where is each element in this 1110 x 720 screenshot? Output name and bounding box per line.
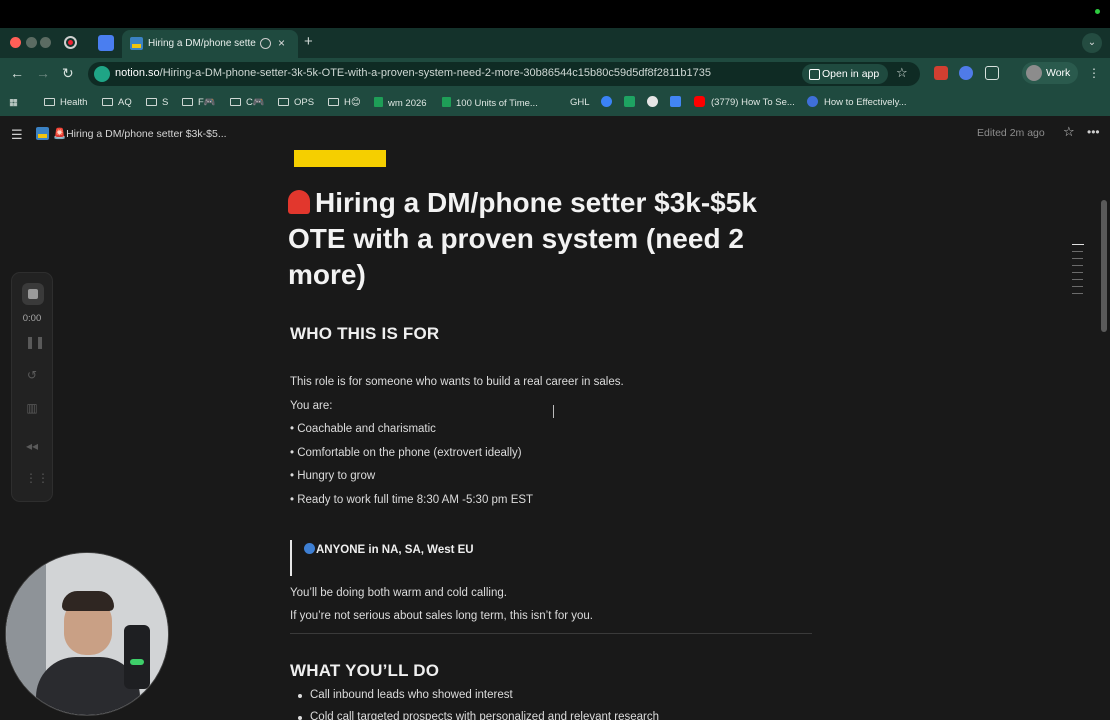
sheets-icon bbox=[442, 97, 451, 107]
profile-label: Work bbox=[1046, 67, 1071, 79]
sheets-icon bbox=[374, 97, 383, 107]
browser-menu-icon[interactable]: ⋮ bbox=[1088, 66, 1100, 80]
bookmark-sheet[interactable]: wm 2026 bbox=[374, 97, 427, 109]
divider bbox=[290, 633, 812, 634]
avatar bbox=[1026, 65, 1042, 81]
site-info-icon[interactable] bbox=[94, 66, 110, 82]
text-cursor-icon bbox=[549, 405, 557, 418]
window-maximize-icon[interactable] bbox=[40, 37, 51, 48]
folder-icon bbox=[278, 98, 289, 106]
youtube-icon[interactable] bbox=[694, 96, 705, 107]
tab-search-chevron-icon[interactable]: ⌄ bbox=[1082, 33, 1102, 53]
site-favicon-icon[interactable] bbox=[807, 96, 818, 107]
paragraph-intro[interactable]: This role is for someone who wants to bu… bbox=[290, 376, 624, 388]
open-in-app-button[interactable]: Open in app bbox=[802, 64, 888, 84]
bookmark-sheet[interactable]: 100 Units of Time... bbox=[442, 97, 538, 109]
extension-circle-icon[interactable] bbox=[959, 66, 973, 80]
edited-timestamp: Edited 2m ago bbox=[977, 127, 1045, 139]
recorder-panel: 0:00 ❚❚ ↺ ▥ ◂◂ ⋮⋮ bbox=[11, 272, 53, 502]
tab-active[interactable]: Hiring a DM/phone setter $3k-$5k × bbox=[122, 30, 298, 58]
bookmark-link[interactable]: How to Effectively... bbox=[824, 97, 907, 108]
list-item[interactable]: • Ready to work full time 8:30 AM -5:30 … bbox=[290, 494, 533, 506]
tab-recording-icon bbox=[260, 38, 271, 49]
delete-icon[interactable]: ▥ bbox=[25, 401, 39, 415]
extensions-puzzle-icon[interactable] bbox=[985, 66, 999, 80]
favorite-star-icon[interactable]: ☆ bbox=[1063, 124, 1075, 140]
folder-icon bbox=[328, 98, 339, 106]
sidebar-menu-icon[interactable]: ☰ bbox=[11, 127, 23, 143]
url-text[interactable]: notion.so/Hiring-a-DM-phone-setter-3k-5k… bbox=[115, 67, 711, 79]
webcam-bubble[interactable] bbox=[5, 552, 169, 716]
drive-icon[interactable] bbox=[624, 96, 635, 107]
recording-time: 0:00 bbox=[22, 313, 42, 324]
list-item[interactable]: • Coachable and charismatic bbox=[290, 423, 436, 435]
tab-strip: Hiring a DM/phone setter $3k-$5k × + ⌄ bbox=[0, 28, 1110, 58]
back-arrow-icon[interactable]: ← bbox=[10, 65, 24, 81]
bookmark-folder[interactable]: C🎮 bbox=[230, 97, 265, 108]
bookmark-folder[interactable]: OPS bbox=[278, 97, 314, 108]
tab-close-button[interactable]: × bbox=[278, 36, 285, 50]
list-item[interactable]: • Hungry to grow bbox=[290, 470, 375, 482]
page-title[interactable]: Hiring a DM/phone setter $3k-$5k OTE wit… bbox=[288, 185, 808, 293]
address-bar[interactable]: notion.so/Hiring-a-DM-phone-setter-3k-5k… bbox=[88, 62, 920, 86]
list-item[interactable]: Call inbound leads who showed interest bbox=[298, 689, 513, 701]
window-minimize-icon[interactable] bbox=[26, 37, 37, 48]
notion-page-favicon-icon bbox=[130, 37, 143, 50]
paragraph-you-are[interactable]: You are: bbox=[290, 400, 332, 412]
stop-recording-button[interactable] bbox=[22, 283, 44, 305]
breadcrumb[interactable]: 🚨Hiring a DM/phone setter $3k-$5... bbox=[53, 127, 227, 140]
window-close-icon[interactable] bbox=[10, 37, 21, 48]
bookmark-link[interactable]: GHL bbox=[570, 97, 590, 108]
microphone-icon bbox=[124, 625, 150, 689]
list-item[interactable]: • Comfortable on the phone (extrovert id… bbox=[290, 447, 522, 459]
restart-icon[interactable]: ↺ bbox=[25, 368, 39, 382]
section-heading-who[interactable]: WHO THIS IS FOR bbox=[290, 324, 439, 344]
calendar-icon[interactable] bbox=[670, 96, 681, 107]
folder-icon bbox=[146, 98, 157, 106]
page-outline[interactable] bbox=[1072, 244, 1086, 300]
profile-button[interactable]: Work bbox=[1022, 62, 1078, 84]
page-cover-highlight bbox=[294, 150, 386, 167]
recording-indicator-icon bbox=[1095, 9, 1100, 14]
quote-block[interactable]: ANYONE in NA, SA, West EU bbox=[304, 543, 474, 556]
tab-title: Hiring a DM/phone setter $3k-$5k bbox=[148, 38, 256, 49]
bookmark-star-icon[interactable]: ☆ bbox=[896, 65, 908, 81]
bookmark-folder[interactable]: Health bbox=[44, 97, 87, 108]
siren-emoji-icon bbox=[288, 190, 310, 214]
page-icon bbox=[36, 127, 49, 140]
bookmark-folder[interactable]: AQ bbox=[102, 97, 132, 108]
apps-grid-icon[interactable]: ▦ bbox=[9, 97, 18, 108]
bookmark-folder[interactable]: S bbox=[146, 97, 168, 108]
system-bar bbox=[0, 0, 1110, 28]
forward-arrow-icon[interactable]: → bbox=[36, 65, 50, 81]
folder-icon bbox=[230, 98, 241, 106]
notion-topbar: ☰ 🚨Hiring a DM/phone setter $3k-$5... Ed… bbox=[0, 116, 1110, 150]
rewind-icon[interactable]: ◂◂ bbox=[25, 439, 39, 453]
bookmark-folder[interactable]: F🎮 bbox=[182, 97, 216, 108]
grid-icon[interactable]: ⋮⋮ bbox=[25, 471, 49, 485]
section-heading-what[interactable]: WHAT YOU’LL DO bbox=[290, 661, 439, 681]
bookmark-link[interactable]: (3779) How To Se... bbox=[711, 97, 795, 108]
more-options-icon[interactable]: ••• bbox=[1087, 125, 1100, 139]
scrollbar[interactable] bbox=[1101, 200, 1107, 332]
globe-icon bbox=[304, 543, 315, 554]
chatgpt-icon[interactable] bbox=[647, 96, 658, 107]
bookmarks-bar: ▦ Health AQ S F🎮 C🎮 OPS H😊 wm 2026 100 U… bbox=[0, 90, 1110, 116]
pinned-recorder-tab-icon[interactable] bbox=[64, 36, 77, 49]
pinned-docs-tab-icon[interactable] bbox=[98, 35, 114, 51]
folder-icon bbox=[182, 98, 193, 106]
paragraph-calling[interactable]: You’ll be doing both warm and cold calli… bbox=[290, 587, 507, 599]
extension-badge-icon[interactable] bbox=[934, 66, 948, 80]
bookmark-folder[interactable]: H😊 bbox=[328, 97, 361, 108]
paragraph-serious[interactable]: If you’re not serious about sales long t… bbox=[290, 610, 593, 622]
list-item[interactable]: Cold call targeted prospects with person… bbox=[297, 711, 659, 720]
new-tab-button[interactable]: + bbox=[304, 33, 313, 50]
pause-icon[interactable]: ❚❚ bbox=[25, 335, 45, 349]
quote-bar bbox=[290, 540, 292, 576]
folder-icon bbox=[102, 98, 113, 106]
folder-icon bbox=[44, 98, 55, 106]
reload-icon[interactable]: ↻ bbox=[62, 65, 74, 82]
messenger-icon[interactable] bbox=[601, 96, 612, 107]
